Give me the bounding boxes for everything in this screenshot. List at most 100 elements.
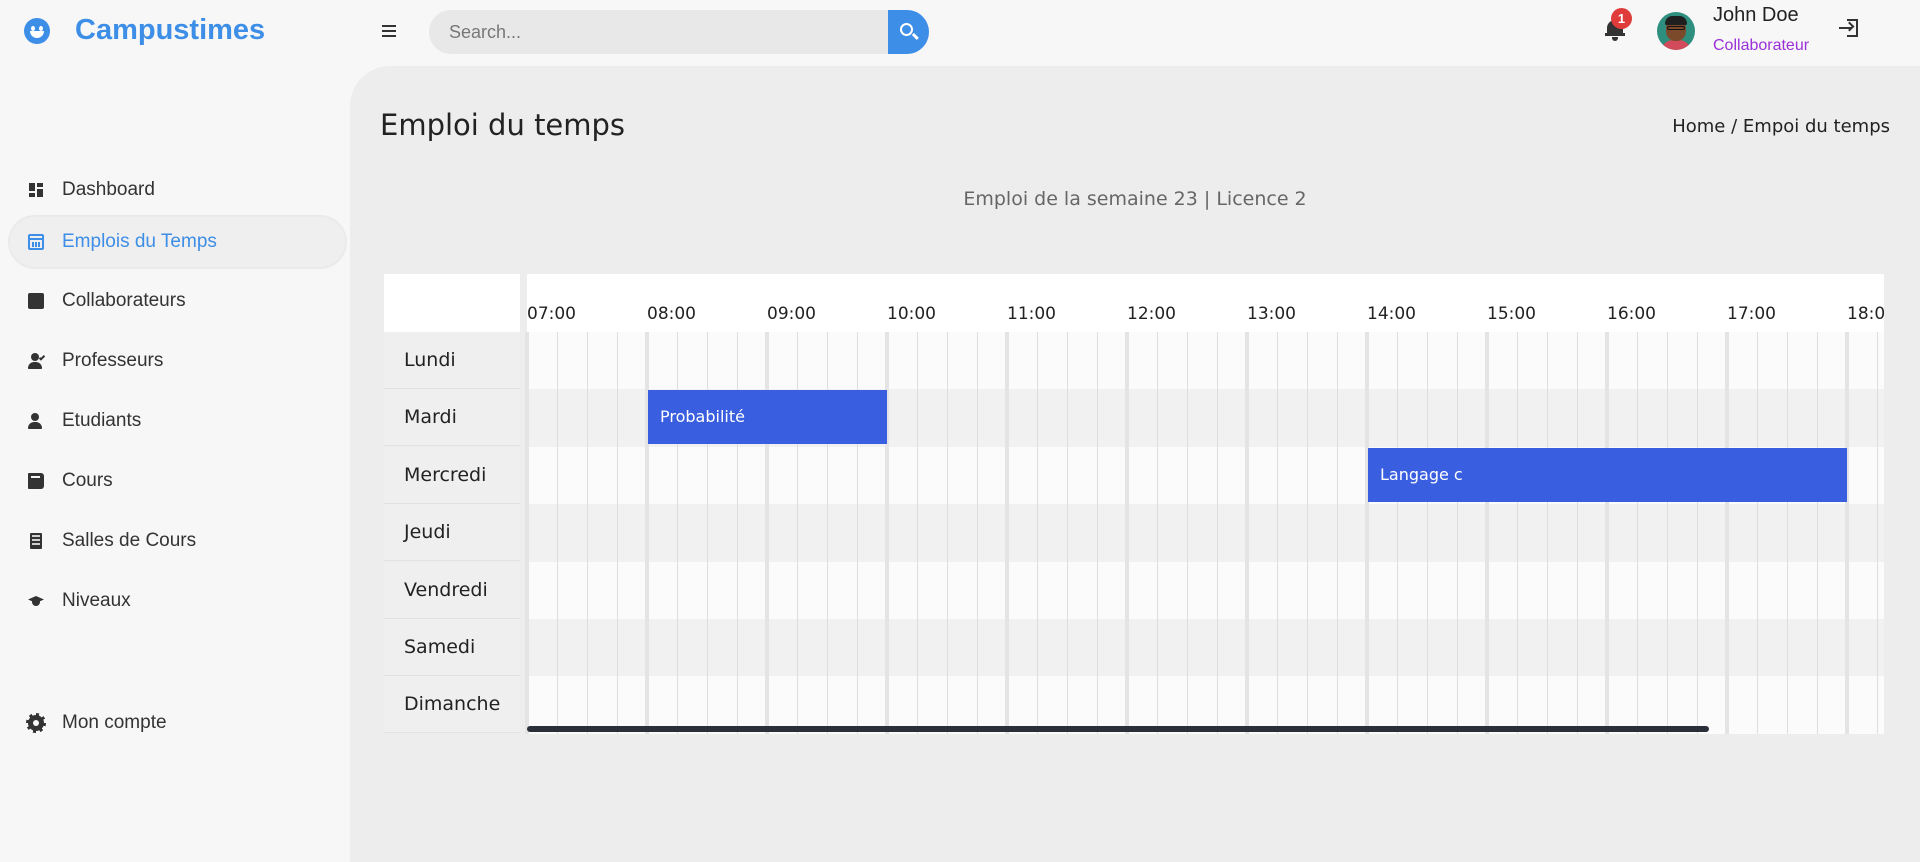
grid-line (1365, 332, 1369, 734)
dashboard-icon (28, 182, 44, 198)
sidebar-item-professeurs[interactable]: Professeurs (10, 336, 345, 386)
hour-label: 15:00 (1487, 304, 1536, 324)
sidebar-item-label: Professeurs (62, 350, 164, 371)
notification-badge: 1 (1611, 8, 1632, 29)
search-button[interactable] (888, 10, 929, 54)
smiley-logo-icon (24, 18, 50, 44)
grid-line (947, 332, 948, 734)
sidebar-item-emplois-du-temps[interactable]: Emplois du Temps (10, 217, 345, 267)
grid-line (1067, 332, 1068, 734)
page-title: Emploi du temps (380, 108, 626, 142)
sidebar-item-niveaux[interactable]: Niveaux (10, 576, 345, 626)
grid-line (1517, 332, 1518, 734)
grid-line (1757, 332, 1758, 734)
grid-line (1097, 332, 1098, 734)
day-cells[interactable] (527, 332, 1884, 390)
grid-line (525, 332, 529, 734)
day-label: Lundi (384, 332, 520, 389)
day-row: Lundi (384, 332, 1884, 390)
sidebar-item-label: Salles de Cours (62, 530, 197, 551)
grid-line (1307, 332, 1308, 734)
hour-label: 07:00 (527, 304, 576, 324)
grid-line (977, 332, 978, 734)
hour-label: 14:00 (1367, 304, 1416, 324)
sidebar-item-label: Etudiants (62, 410, 142, 431)
day-cells[interactable] (527, 504, 1884, 563)
person-check-icon (28, 353, 46, 369)
day-cells[interactable] (527, 619, 1884, 677)
search-bar (429, 10, 929, 54)
grid-line (1245, 332, 1249, 734)
day-label: Vendredi (384, 561, 520, 619)
event-block[interactable]: Probabilité (648, 390, 887, 445)
sidebar-item-cours[interactable]: Cours (10, 456, 345, 506)
day-label: Mercredi (384, 446, 520, 504)
day-row: Mardi (384, 389, 1884, 448)
brand-name[interactable]: Campustimes (75, 14, 265, 47)
logout-icon[interactable] (1838, 17, 1860, 39)
schedule-title: Emploi de la semaine 23 | Licence 2 (963, 188, 1307, 210)
hamburger-menu-icon[interactable] (380, 22, 398, 40)
sidebar-item-label: Mon compte (62, 712, 167, 733)
grid-line (1005, 332, 1009, 734)
grid-line (1337, 332, 1338, 734)
day-column-header (384, 274, 520, 332)
hour-label: 09:00 (767, 304, 816, 324)
sidebar-item-label: Collaborateurs (62, 290, 186, 311)
building-icon (30, 533, 42, 549)
grid-line (587, 332, 588, 734)
grid-line (1577, 332, 1578, 734)
hour-label: 13:00 (1247, 304, 1296, 324)
user-name: John Doe (1713, 4, 1799, 26)
grid-line (1427, 332, 1428, 734)
event-block[interactable]: Langage c (1368, 447, 1847, 502)
grid-line (1457, 332, 1458, 734)
hour-label: 17:00 (1727, 304, 1776, 324)
day-cells[interactable] (527, 561, 1884, 620)
sidebar-item-collaborateurs[interactable]: Collaborateurs (10, 276, 345, 326)
grid-line (1485, 332, 1489, 734)
grid-line (1787, 332, 1788, 734)
breadcrumb-home[interactable]: Home (1672, 116, 1725, 137)
hour-label: 11:00 (1007, 304, 1056, 324)
grid-line (1217, 332, 1218, 734)
grid-line (1037, 332, 1038, 734)
search-input[interactable] (429, 10, 889, 54)
people-icon (28, 413, 44, 429)
grid-line (557, 332, 558, 734)
hour-label: 16:00 (1607, 304, 1656, 324)
grid-line (1817, 332, 1818, 734)
hours-header: 07:00 08:00 09:00 10:00 11:00 12:00 13:00 14:00… (527, 274, 1884, 332)
hour-label: 18:00 (1847, 304, 1884, 324)
grid-line (1397, 332, 1398, 734)
day-row: Samedi (384, 619, 1884, 677)
book-icon (28, 473, 44, 489)
sidebar-item-dashboard[interactable]: Dashboard (10, 165, 345, 215)
day-row: Vendredi (384, 561, 1884, 620)
sidebar-item-etudiants[interactable]: Etudiants (10, 396, 345, 446)
grid-line (1667, 332, 1668, 734)
grid-line (1605, 332, 1609, 734)
contact-card-icon (28, 293, 44, 309)
avatar[interactable] (1657, 12, 1695, 50)
sidebar-item-label: Cours (62, 470, 113, 491)
breadcrumb-separator: / (1731, 116, 1738, 137)
grid-line (1697, 332, 1698, 734)
day-label: Samedi (384, 619, 520, 676)
timetable: 07:00 08:00 09:00 10:00 11:00 12:00 13:00 14:00… (384, 274, 1884, 734)
main-content: Emploi du temps Home / Empoi du temps Em… (350, 66, 1920, 862)
user-role: Collaborateur (1713, 37, 1810, 54)
grid-line (1725, 332, 1729, 734)
sidebar-item-label: Emplois du Temps (62, 231, 217, 252)
gear-icon (26, 713, 46, 733)
horizontal-scrollbar[interactable] (527, 726, 1709, 732)
sidebar-item-salles-de-cours[interactable]: Salles de Cours (10, 516, 345, 566)
hour-label: 10:00 (887, 304, 936, 324)
sidebar-item-mon-compte[interactable]: Mon compte (10, 698, 345, 748)
top-bar: Campustimes 1 John Doe Collaborateur (0, 0, 1920, 66)
day-label: Dimanche (384, 676, 520, 734)
grid-line (1637, 332, 1638, 734)
breadcrumb: Home / Empoi du temps (1672, 116, 1890, 137)
day-label: Mardi (384, 389, 520, 447)
grid-line (1845, 332, 1849, 734)
